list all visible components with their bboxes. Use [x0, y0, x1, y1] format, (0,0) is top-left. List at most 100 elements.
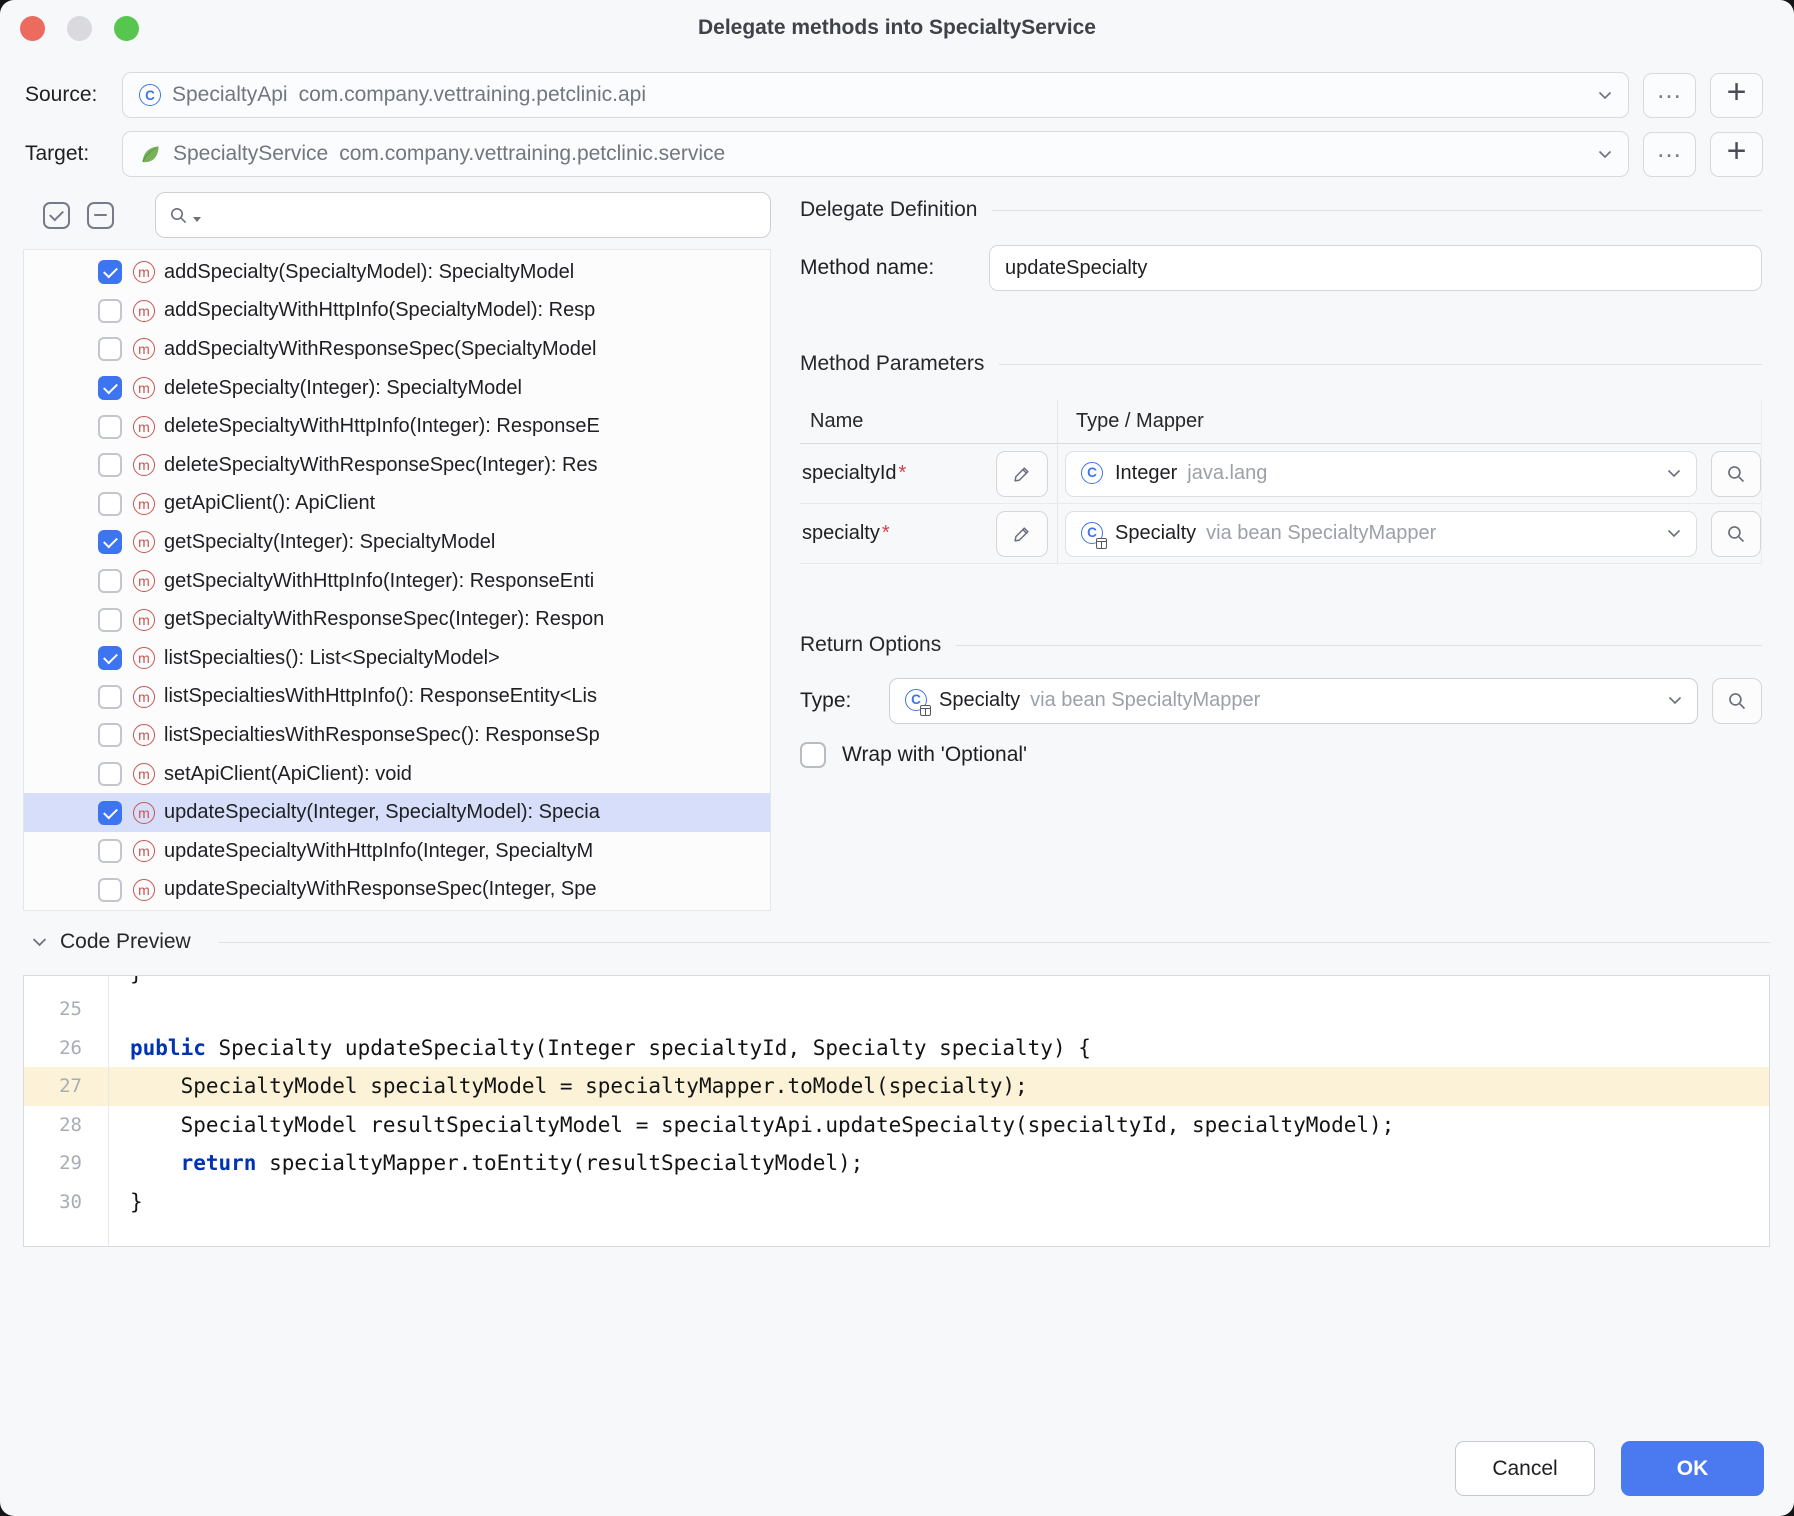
member-search-input[interactable] — [206, 203, 757, 228]
line-number — [24, 976, 108, 990]
method-signature: listSpecialtiesWithHttpInfo(): ResponseE… — [164, 685, 597, 708]
method-list-item[interactable]: m getApiClient(): ApiClient — [24, 485, 770, 524]
method-checkbox[interactable] — [98, 415, 122, 439]
method-name-input[interactable] — [989, 245, 1762, 291]
method-checkbox[interactable] — [98, 646, 122, 670]
method-list-item[interactable]: m getSpecialty(Integer): SpecialtyModel — [24, 523, 770, 562]
source-class-name: SpecialtyApi — [172, 83, 288, 107]
search-type-button[interactable] — [1711, 511, 1761, 557]
search-options-arrow-icon[interactable] — [193, 217, 201, 222]
method-signature: addSpecialtyWithHttpInfo(SpecialtyModel)… — [164, 299, 595, 322]
method-list-item[interactable]: m updateSpecialtyWithHttpInfo(Integer, S… — [24, 832, 770, 871]
source-class-combobox[interactable]: C SpecialtyApi com.company.vettraining.p… — [122, 72, 1629, 118]
zoom-window-icon[interactable] — [114, 16, 139, 41]
section-title: Method Parameters — [800, 352, 984, 376]
method-list-item[interactable]: m updateSpecialtyWithResponseSpec(Intege… — [24, 871, 770, 910]
method-icon: m — [133, 493, 155, 515]
edit-parameter-button[interactable] — [996, 451, 1048, 497]
method-icon: m — [133, 686, 155, 708]
code-text — [108, 990, 130, 1029]
method-list-item[interactable]: m deleteSpecialtyWithHttpInfo(Integer): … — [24, 407, 770, 446]
edit-parameter-button[interactable] — [996, 511, 1048, 557]
unselect-all-icon[interactable] — [87, 202, 114, 229]
method-list-item[interactable]: m deleteSpecialtyWithResponseSpec(Intege… — [24, 446, 770, 485]
code-text: SpecialtyModel specialtyModel = specialt… — [108, 1067, 1028, 1106]
window-controls — [20, 16, 139, 41]
section-title: Delegate Definition — [800, 198, 977, 222]
method-checkbox[interactable] — [98, 839, 122, 863]
wrap-optional-checkbox[interactable] — [800, 742, 826, 768]
method-icon: m — [133, 840, 155, 862]
member-search-field[interactable] — [155, 192, 771, 238]
method-checkbox[interactable] — [98, 762, 122, 786]
method-checkbox[interactable] — [98, 299, 122, 323]
method-icon: m — [133, 570, 155, 592]
target-browse-button[interactable]: … — [1643, 132, 1696, 177]
member-toolbar — [23, 192, 771, 238]
section-divider — [992, 210, 1762, 211]
method-checkbox[interactable] — [98, 492, 122, 516]
method-checkbox[interactable] — [98, 453, 122, 477]
line-number: 28 — [24, 1106, 108, 1145]
source-add-button[interactable]: + — [1710, 73, 1763, 118]
method-checkbox[interactable] — [98, 801, 122, 825]
method-list-item[interactable]: m addSpecialty(SpecialtyModel): Specialt… — [24, 253, 770, 292]
method-list-item[interactable]: m addSpecialtyWithResponseSpec(Specialty… — [24, 330, 770, 369]
method-checkbox[interactable] — [98, 260, 122, 284]
method-list-item[interactable]: m getSpecialtyWithResponseSpec(Integer):… — [24, 600, 770, 639]
code-preview-panel[interactable]: } 25 26 public Specialty updateSpecialty… — [23, 975, 1770, 1247]
method-list-item[interactable]: m addSpecialtyWithHttpInfo(SpecialtyMode… — [24, 292, 770, 331]
method-checkbox[interactable] — [98, 878, 122, 902]
method-checkbox[interactable] — [98, 723, 122, 747]
method-checkbox[interactable] — [98, 376, 122, 400]
cancel-button[interactable]: Cancel — [1455, 1441, 1595, 1496]
method-checkbox[interactable] — [98, 685, 122, 709]
method-list-item[interactable]: m listSpecialties(): List<SpecialtyModel… — [24, 639, 770, 678]
method-icon: m — [133, 300, 155, 322]
parameter-name: specialtyId* — [802, 462, 996, 485]
method-list-item[interactable]: m updateSpecialty(Integer, SpecialtyMode… — [24, 793, 770, 832]
source-browse-button[interactable]: … — [1643, 73, 1696, 118]
parameter-type-dropdown[interactable]: C Specialty via bean SpecialtyMapper — [1065, 511, 1697, 557]
return-type-dropdown[interactable]: C Specialty via bean SpecialtyMapper — [889, 678, 1698, 724]
method-signature: listSpecialties(): List<SpecialtyModel> — [164, 647, 500, 670]
search-return-type-button[interactable] — [1712, 678, 1762, 724]
class-with-mapper-icon: C — [1081, 522, 1105, 546]
code-text: SpecialtyModel resultSpecialtyModel = sp… — [108, 1106, 1394, 1145]
parameters-table: Name Type / Mapper specialtyId* C Intege… — [800, 400, 1762, 564]
code-text: } — [108, 976, 143, 990]
code-line: 27 SpecialtyModel specialtyModel = speci… — [24, 1067, 1769, 1106]
ok-button[interactable]: OK — [1621, 1441, 1764, 1496]
method-list-item[interactable]: m getSpecialtyWithHttpInfo(Integer): Res… — [24, 562, 770, 601]
method-signature: setApiClient(ApiClient): void — [164, 763, 412, 786]
line-number: 25 — [24, 990, 108, 1029]
close-window-icon[interactable] — [20, 16, 45, 41]
method-icon: m — [133, 261, 155, 283]
parameter-type-dropdown[interactable]: C Integer java.lang — [1065, 451, 1697, 497]
collapse-chevron-icon[interactable] — [23, 937, 47, 947]
search-type-button[interactable] — [1711, 451, 1761, 497]
method-checkbox[interactable] — [98, 530, 122, 554]
method-list-item[interactable]: m setApiClient(ApiClient): void — [24, 755, 770, 794]
select-all-icon[interactable] — [43, 202, 70, 229]
type-column-header: Type / Mapper — [1058, 400, 1761, 443]
method-list[interactable]: m addSpecialty(SpecialtyModel): Specialt… — [23, 249, 771, 911]
method-signature: deleteSpecialtyWithResponseSpec(Integer)… — [164, 454, 598, 477]
method-checkbox[interactable] — [98, 569, 122, 593]
method-list-item[interactable]: m listSpecialtiesWithHttpInfo(): Respons… — [24, 678, 770, 717]
method-checkbox[interactable] — [98, 608, 122, 632]
method-list-item[interactable]: m deleteSpecialty(Integer): SpecialtyMod… — [24, 369, 770, 408]
titlebar: Delegate methods into SpecialtyService — [0, 0, 1794, 56]
method-checkbox[interactable] — [98, 337, 122, 361]
method-parameters-section: Method Parameters — [800, 352, 1762, 376]
source-row: Source: C SpecialtyApi com.company.vettr… — [25, 72, 1763, 118]
target-class-name: SpecialtyService — [173, 142, 328, 166]
target-add-button[interactable]: + — [1710, 132, 1763, 177]
method-list-item[interactable]: m listSpecialtiesWithResponseSpec(): Res… — [24, 716, 770, 755]
target-class-combobox[interactable]: SpecialtyService com.company.vettraining… — [122, 131, 1629, 177]
required-mark: * — [882, 522, 890, 545]
method-name-label: Method name: — [800, 256, 975, 280]
parameters-table-header: Name Type / Mapper — [800, 400, 1761, 444]
wrap-optional-row[interactable]: Wrap with 'Optional' — [800, 740, 1027, 770]
wrap-optional-label: Wrap with 'Optional' — [842, 743, 1027, 767]
